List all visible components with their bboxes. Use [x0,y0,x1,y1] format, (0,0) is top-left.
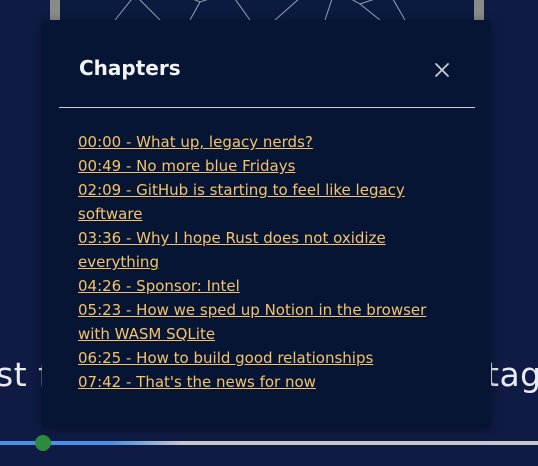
progress-bar-fill [0,441,184,445]
chapter-link[interactable]: 04:26 - Sponsor: Intel [78,274,443,298]
close-button[interactable] [433,61,451,79]
chapter-item: 05:23 - How we sped up Notion in the bro… [78,298,443,346]
chapter-item: 00:00 - What up, legacy nerds? [78,130,443,154]
chapter-link[interactable]: 07:42 - That's the news for now [78,370,443,394]
podcast-player-page: st f tage Chapters 00:00 - What up, lega… [0,0,538,466]
chapter-item: 04:26 - Sponsor: Intel [78,274,443,298]
progress-handle[interactable] [35,435,52,451]
network-graphic [114,0,406,20]
chapters-dialog: Chapters 00:00 - What up, legacy nerds? … [42,20,491,428]
chapters-dialog-header: Chapters [59,20,475,108]
chapter-item: 03:36 - Why I hope Rust does not oxidize… [78,226,443,274]
chapter-link[interactable]: 00:00 - What up, legacy nerds? [78,130,443,154]
chapter-item: 00:49 - No more blue Fridays [78,154,443,178]
chapter-link[interactable]: 02:09 - GitHub is starting to feel like … [78,178,443,226]
chapter-list: 00:00 - What up, legacy nerds? 00:49 - N… [78,130,443,394]
chapter-item: 06:25 - How to build good relationships [78,346,443,370]
close-icon [435,63,449,77]
progress-bar[interactable] [0,441,538,445]
chapters-dialog-title: Chapters [79,56,181,80]
chapter-link[interactable]: 00:49 - No more blue Fridays [78,154,443,178]
chapter-item: 07:42 - That's the news for now [78,370,443,394]
chapter-link[interactable]: 06:25 - How to build good relationships [78,346,443,370]
episode-title-fragment-right: tage [486,355,538,394]
chapter-item: 02:09 - GitHub is starting to feel like … [78,178,443,226]
chapter-link[interactable]: 05:23 - How we sped up Notion in the bro… [78,298,443,346]
chapter-link[interactable]: 03:36 - Why I hope Rust does not oxidize… [78,226,443,274]
